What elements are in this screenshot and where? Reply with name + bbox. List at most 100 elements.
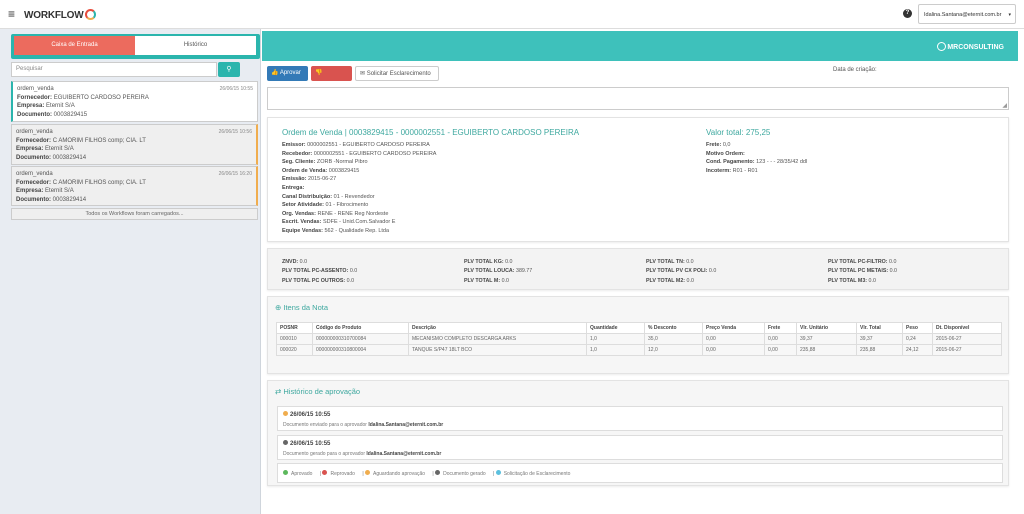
plv-label: PLV TOTAL TN:: [646, 259, 685, 265]
approve-button[interactable]: 👍 Aprovar: [267, 66, 308, 81]
column-header[interactable]: POSNR: [276, 322, 313, 334]
table-cell: 0,00: [764, 344, 797, 356]
plv-value: 0.0: [708, 268, 717, 275]
table-cell: 235,88: [856, 344, 903, 356]
plv-label: PLV TOTAL PC OUTROS:: [282, 277, 346, 284]
order-fields-left: Emissor: 0000002551 - EGUIBERTO CARDOSO …: [282, 141, 436, 236]
tab-caixa-de-entrada[interactable]: Caixa de Entrada: [14, 36, 135, 55]
items-title-text: Itens da Nota: [283, 303, 329, 312]
hamburger-icon[interactable]: ≡: [8, 8, 15, 20]
plv-label: PLV TOTAL M3:: [828, 277, 868, 284]
table-cell: 000010: [276, 333, 313, 345]
plv-label: ZNVD:: [282, 259, 299, 265]
search-button[interactable]: ⚲: [218, 62, 240, 77]
plv-label: PLV TOTAL PC METAIS:: [828, 268, 889, 275]
resize-handle-icon[interactable]: ◢: [1002, 102, 1007, 109]
load-status-button[interactable]: Todos os Workflows foram carregados...: [11, 208, 258, 220]
logo-text: WORKFLOW: [24, 10, 84, 21]
table-cell: 1,0: [586, 333, 645, 345]
exchange-icon: ⇄: [275, 387, 282, 396]
table-cell: 235,88: [796, 344, 857, 356]
field-value: R01 - R01: [732, 167, 758, 174]
history-date: 26/06/15 10:55: [290, 441, 331, 447]
table-cell: 39,37: [796, 333, 857, 345]
plv-label: PLV TOTAL PC-FILTRO:: [828, 259, 888, 265]
fornecedor-label: Fornecedor:: [17, 94, 53, 101]
table-cell: 0,24: [902, 333, 933, 345]
brand-text: MRCONSULTING: [947, 44, 1004, 51]
column-header[interactable]: Código do Produto: [312, 322, 409, 334]
help-icon[interactable]: ?: [903, 9, 912, 18]
plv-value: 0.0: [889, 259, 897, 265]
column-header[interactable]: Quantidade: [586, 322, 645, 334]
field-value: 2015-06-27: [308, 176, 337, 183]
field-value: 0003829415: [328, 167, 360, 174]
comment-textarea[interactable]: ◢: [267, 87, 1009, 110]
item-date: 26/06/15 10:55: [219, 86, 253, 92]
column-header[interactable]: % Desconto: [644, 322, 703, 334]
history-user: Idalina.Santana@eternit.com.br: [368, 422, 444, 428]
chevron-down-icon: ▾: [1008, 12, 1011, 18]
plv-label: PLV TOTAL LOUCA:: [464, 268, 515, 275]
column-header[interactable]: Dt. Disponível: [932, 322, 1002, 334]
table-cell: 0,00: [702, 333, 765, 345]
history-title[interactable]: ⇄ Histórico de aprovação: [275, 387, 360, 396]
item-type: ordem_venda: [17, 86, 54, 92]
reject-button[interactable]: 👎 Reprovar: [311, 66, 352, 90]
legend-esclarecimento: Solicitação de Esclarecimento: [495, 470, 574, 477]
item-documento: 0003829414: [52, 196, 87, 203]
plv-value: 0.0: [868, 277, 876, 284]
item-empresa: Eternit S/A: [45, 188, 74, 194]
legend-gerado: Documento gerado: [435, 470, 489, 477]
item-fornecedor: C AMORIM FILHOS comp; CIA. LT: [52, 179, 146, 186]
column-header[interactable]: Peso: [902, 322, 933, 334]
plv-value: 0.0: [505, 259, 513, 265]
plv-label: PLV TOTAL KG:: [464, 259, 504, 265]
column-header[interactable]: Vlr. Total: [856, 322, 903, 334]
table-cell: 2015-06-27: [932, 333, 1002, 345]
workflow-item[interactable]: ordem_venda 26/06/15 16:20 Fornecedor: C…: [11, 166, 258, 206]
order-details-panel: Ordem de Venda | 0003829415 - 0000002551…: [267, 117, 1009, 242]
field-value: SDFE - Unid.Com.Salvador E: [322, 219, 396, 226]
legend-label: Documento gerado: [443, 471, 486, 477]
column-header[interactable]: Descrição: [408, 322, 587, 334]
plv-label: PLV TOTAL M2:: [646, 277, 686, 284]
tab-historico[interactable]: Histórico: [135, 36, 256, 55]
field-label: Equipe Vendas:: [282, 227, 323, 234]
items-table: POSNR Código do Produto Descrição Quanti…: [276, 322, 1002, 356]
history-title-text: Histórico de aprovação: [283, 387, 361, 396]
field-value: 01 - Revendedor: [333, 193, 375, 200]
documento-label: Documento:: [16, 196, 51, 203]
workflow-item[interactable]: ordem_venda 26/06/15 10:56 Fornecedor: C…: [11, 124, 258, 165]
column-header[interactable]: Vlr. Unitário: [796, 322, 857, 334]
history-entry: 26/06/15 10:55 Documento enviado para o …: [277, 406, 1003, 431]
item-documento: 0003829415: [53, 111, 88, 118]
workflow-item[interactable]: ordem_venda 26/06/15 10:55 Fornecedor: E…: [11, 81, 258, 122]
plv-value: 0.0: [299, 259, 308, 265]
item-empresa: Eternit S/A: [46, 103, 75, 109]
field-value: 01 - Fibrocimento: [325, 202, 369, 209]
column-header[interactable]: Preço Venda: [702, 322, 765, 334]
items-title[interactable]: ⊕ Itens da Nota: [275, 303, 328, 312]
field-value: 0000002551 - EGUIBERTO CARDOSO PEREIRA: [307, 142, 430, 148]
approve-label: Aprovar: [279, 70, 301, 76]
plv-value: 0.0: [349, 268, 358, 275]
user-dropdown[interactable]: Idalina.Santana@eternit.com.br ▾: [918, 4, 1016, 24]
table-row: 000020 000000000310800004 TANQUE S/P47 1…: [276, 344, 1002, 356]
app-logo[interactable]: WORKFLOW: [24, 9, 96, 21]
legend-label: Aguardando aprovação: [373, 471, 426, 477]
field-label: Cond. Pagamento:: [706, 159, 755, 166]
column-header[interactable]: Frete: [764, 322, 797, 334]
table-cell: 0,00: [764, 333, 797, 345]
search-input[interactable]: Pesquisar: [11, 62, 217, 77]
field-label: Canal Distribuição:: [282, 193, 333, 200]
documento-label: Documento:: [17, 111, 52, 118]
mr-logo-icon: [937, 42, 947, 51]
legend-aprovado: Aprovado: [283, 470, 315, 477]
creation-date-label: Data de criação:: [833, 67, 877, 73]
table-cell: 000020: [276, 344, 313, 356]
item-fornecedor: EGUIBERTO CARDOSO PEREIRA: [53, 94, 149, 101]
clarify-button[interactable]: ✉ Solicitar Esclarecimento: [355, 66, 439, 81]
legend-label: Solicitação de Esclarecimento: [503, 471, 571, 477]
plv-value: 389.77: [516, 268, 533, 275]
